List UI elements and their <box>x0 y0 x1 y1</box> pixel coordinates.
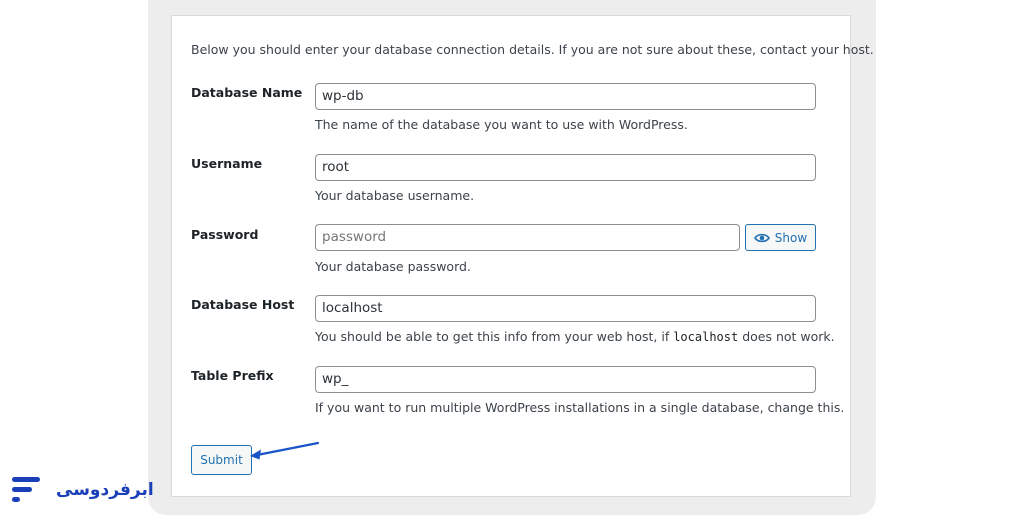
intro-text: Below you should enter your database con… <box>191 42 874 57</box>
username-label: Username <box>191 156 263 171</box>
arrow-icon <box>250 441 320 460</box>
username-help: Your database username. <box>315 188 475 203</box>
database-name-input[interactable]: wp-db <box>315 83 816 110</box>
table-prefix-label: Table Prefix <box>191 368 274 383</box>
brand-logo-icon <box>12 477 40 502</box>
submit-button[interactable]: Submit <box>191 445 252 475</box>
show-password-label: Show <box>774 230 808 245</box>
show-password-button[interactable]: Show <box>745 224 816 251</box>
password-input[interactable]: password <box>315 224 740 251</box>
database-host-label: Database Host <box>191 297 295 312</box>
database-host-help-end: does not work. <box>738 329 835 344</box>
brand-logo-text: ابرفردوسی <box>56 480 154 500</box>
db-setup-form: Below you should enter your database con… <box>171 15 874 497</box>
eye-icon <box>753 233 770 242</box>
database-host-help-start: You should be able to get this info from… <box>315 329 674 344</box>
database-name-label: Database Name <box>191 85 303 100</box>
localhost-code: localhost <box>673 330 739 344</box>
database-host-help: You should be able to get this info from… <box>315 329 835 344</box>
password-label: Password <box>191 227 259 242</box>
password-help: Your database password. <box>315 259 471 274</box>
database-name-help: The name of the database you want to use… <box>315 117 688 132</box>
username-input[interactable]: root <box>315 154 816 181</box>
table-prefix-help: If you want to run multiple WordPress in… <box>315 400 845 415</box>
database-host-input[interactable]: localhost <box>315 295 816 322</box>
table-prefix-input[interactable]: wp_ <box>315 366 816 393</box>
brand-logo: ابرفردوسی <box>12 475 154 505</box>
